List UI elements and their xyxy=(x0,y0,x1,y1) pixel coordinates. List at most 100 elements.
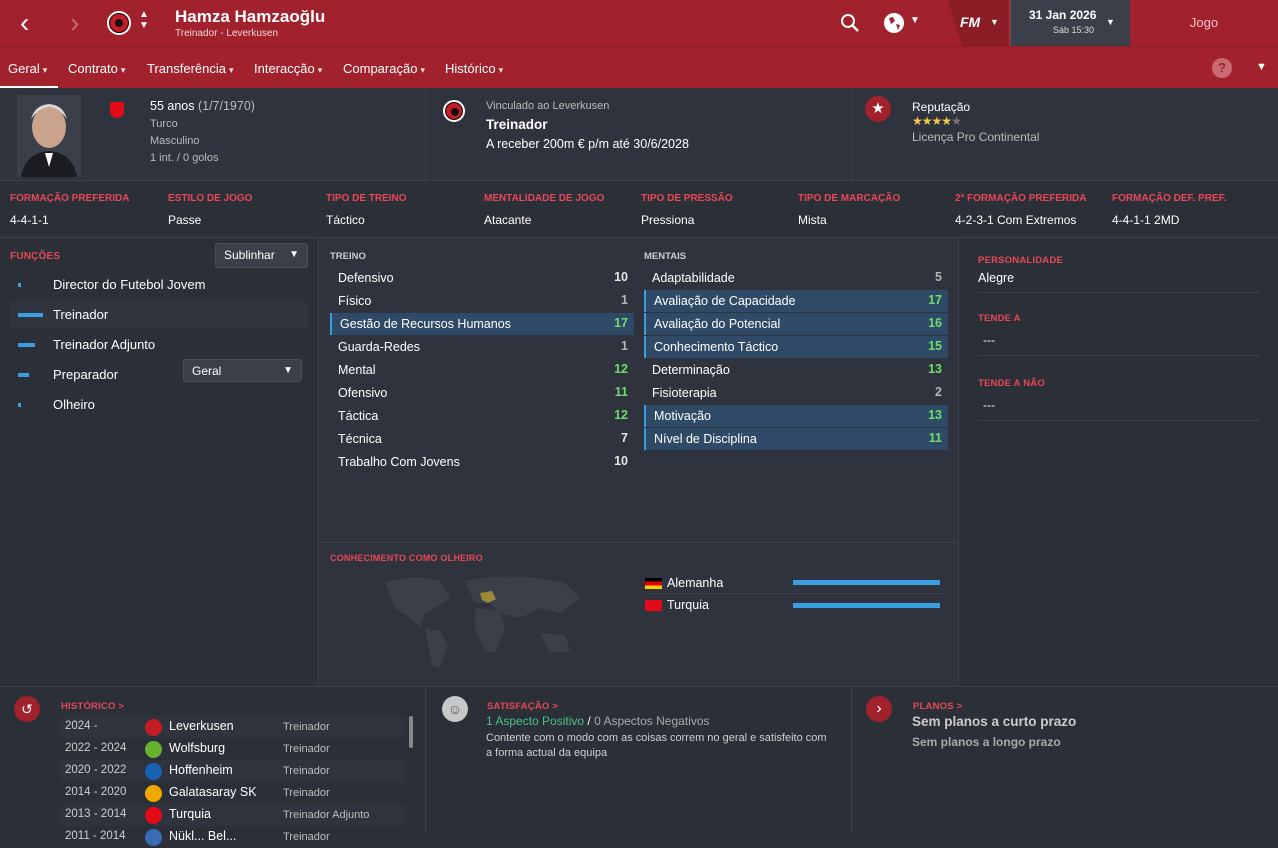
scouting-title: CONHECIMENTO COMO OLHEIRO xyxy=(330,553,483,563)
scouting-level-bar xyxy=(793,603,940,608)
attribute-value: 17 xyxy=(928,293,942,307)
pref-def-formation: FORMAÇÃO DEF. PREF. 4-4-1-1 2MD xyxy=(1112,193,1226,227)
attribute-row: Avaliação de Capacidade 17 xyxy=(644,290,948,312)
back-arrow-icon[interactable]: ‹ xyxy=(20,8,29,38)
tab-interaction[interactable]: Interacção ▾ xyxy=(254,61,322,76)
star-icon: ★ xyxy=(921,114,933,128)
role-row[interactable]: Preparador Geral ▼ xyxy=(10,359,308,389)
attribute-row: Guarda-Redes 1 xyxy=(330,336,634,358)
germany-flag-icon xyxy=(645,578,662,589)
fm-chevron-icon: ▼ xyxy=(990,17,999,27)
attribute-name: Adaptabilidade xyxy=(652,271,735,285)
satisfaction-link[interactable]: SATISFAÇÃO > xyxy=(487,701,558,712)
attribute-row: Avaliação do Potencial 16 xyxy=(644,313,948,335)
attribute-value: 1 xyxy=(621,339,628,353)
up-down-icon[interactable]: ▲ ▼ xyxy=(139,9,149,31)
tab-history[interactable]: Histórico ▾ xyxy=(445,61,503,76)
tab-label: Transferência xyxy=(147,61,226,76)
pref-second-formation: 2ª FORMAÇÃO PREFERIDA 4-2-3-1 Com Extremo… xyxy=(955,193,1086,227)
attribute-value: 12 xyxy=(614,408,628,422)
manager-photo xyxy=(17,95,81,177)
pref-marking: TIPO DE MARCAÇÃO Mista xyxy=(798,193,900,227)
tends-not-title: TENDE A NÃO xyxy=(978,378,1045,389)
more-chevron-icon[interactable]: ▼ xyxy=(1256,61,1267,73)
roles-panel: FUNÇÕES Sublinhar ▼ Director do Futebol J… xyxy=(0,238,319,686)
star-icon: ★ xyxy=(931,114,943,128)
club-badge-icon xyxy=(145,763,162,780)
attribute-name: Determinação xyxy=(652,363,730,377)
pref-label: TIPO DE PRESSÃO xyxy=(641,193,733,204)
attribute-row: Técnica 7 xyxy=(330,428,634,450)
highlight-dropdown[interactable]: Sublinhar ▼ xyxy=(215,243,308,268)
history-club: Galatasaray SK xyxy=(169,785,257,799)
forward-arrow-icon[interactable]: › xyxy=(70,8,79,38)
history-role: Treinador xyxy=(283,787,330,799)
smiley-icon: ☺ xyxy=(442,696,468,722)
roles-title: FUNÇÕES xyxy=(10,251,61,262)
tab-contract[interactable]: Contrato ▾ xyxy=(68,61,125,76)
attribute-value: 13 xyxy=(928,362,942,376)
job-title: Treinador xyxy=(486,117,548,132)
role-row[interactable]: Treinador xyxy=(10,301,308,329)
chevron-down-icon: ▼ xyxy=(283,365,293,376)
history-row[interactable]: 2022 - 2024 Wolfsburg Treinador xyxy=(60,738,405,760)
history-link[interactable]: HISTÓRICO > xyxy=(61,701,124,712)
history-row[interactable]: 2014 - 2020 Galatasaray SK Treinador xyxy=(60,782,405,804)
attribute-name: Físico xyxy=(338,294,372,308)
chevron-right-icon: › xyxy=(866,696,892,722)
club-badge-icon xyxy=(145,785,162,802)
personality-value: Alegre xyxy=(978,271,1015,285)
role-label: Treinador Adjunto xyxy=(53,337,156,352)
pref-style: ESTILO DE JOGO Passe xyxy=(168,193,252,227)
history-years: 2013 - 2014 xyxy=(65,808,127,820)
attribute-row: Adaptabilidade 5 xyxy=(644,267,948,289)
tab-comparison[interactable]: Comparação ▾ xyxy=(343,61,425,76)
pref-formation: FORMAÇÃO PREFERIDA 4-4-1-1 xyxy=(10,193,129,227)
fm-menu[interactable]: FM ▼ xyxy=(948,0,1008,46)
attribute-row: Ofensivo 11 xyxy=(330,382,634,404)
age-line: 55 anos (1/7/1970) xyxy=(150,99,255,113)
role-row[interactable]: Olheiro xyxy=(10,391,308,419)
attribute-row: Mental 12 xyxy=(330,359,634,381)
attributes-panel: TREINO MENTAIS Defensivo 10 Físico 1 Gestão … xyxy=(320,238,958,686)
history-row[interactable]: 2011 - 2014 Nükl... Bel... Treinador xyxy=(60,826,405,848)
role-row[interactable]: Director do Futebol Jovem xyxy=(10,271,308,299)
sub-nav: Geral ▾ Contrato ▾ Transferência ▾ Interacç… xyxy=(0,46,1278,88)
attribute-name: Nível de Disciplina xyxy=(654,432,757,446)
role-row[interactable]: Treinador Adjunto xyxy=(10,331,308,359)
coach-type-select[interactable]: Geral ▼ xyxy=(183,359,302,382)
date-box[interactable]: 31 Jan 2026 Sáb 15:30 ▼ xyxy=(1010,0,1130,46)
star-icon: ★ xyxy=(951,114,962,128)
plans-link[interactable]: PLANOS > xyxy=(913,701,962,712)
globe-chevron-icon[interactable]: ▼ xyxy=(910,15,920,26)
globe-icon[interactable] xyxy=(883,12,905,34)
history-club: Wolfsburg xyxy=(169,741,226,755)
history-row[interactable]: 2020 - 2022 Hoffenheim Treinador xyxy=(60,760,405,782)
attribute-value: 16 xyxy=(928,316,942,330)
tab-general[interactable]: Geral ▾ xyxy=(8,61,47,76)
attribute-value: 11 xyxy=(614,385,628,399)
history-club: Hoffenheim xyxy=(169,763,233,777)
training-title: TREINO xyxy=(330,251,366,262)
game-button[interactable]: Jogo xyxy=(1130,0,1278,46)
help-icon[interactable]: ? xyxy=(1212,58,1232,78)
divider xyxy=(851,687,852,834)
tab-transfer[interactable]: Transferência ▾ xyxy=(147,61,234,76)
dropdown-value: Sublinhar xyxy=(224,248,275,262)
tactical-preferences: FORMAÇÃO PREFERIDA 4-4-1-1 ESTILO DE JOGO… xyxy=(0,180,1278,238)
history-row[interactable]: 2013 - 2014 Turquia Treinador Adjunto xyxy=(60,804,405,826)
attribute-value: 12 xyxy=(614,362,628,376)
attribute-row: Fisioterapia 2 xyxy=(644,382,948,404)
personality-title: PERSONALIDADE xyxy=(978,255,1063,266)
role-level-bar xyxy=(18,373,29,377)
history-row[interactable]: 2024 - Leverkusen Treinador xyxy=(60,716,405,738)
scrollbar[interactable] xyxy=(409,716,413,748)
role-level-bar xyxy=(18,313,43,317)
divider xyxy=(978,355,1260,356)
attribute-name: Avaliação de Capacidade xyxy=(654,294,796,308)
turkey-flag-icon xyxy=(645,600,662,611)
attribute-row: Defensivo 10 xyxy=(330,267,634,289)
tends-not-value: --- xyxy=(983,398,995,412)
short-term-plans: Sem planos a curto prazo xyxy=(912,714,1077,729)
search-icon[interactable] xyxy=(840,13,860,33)
